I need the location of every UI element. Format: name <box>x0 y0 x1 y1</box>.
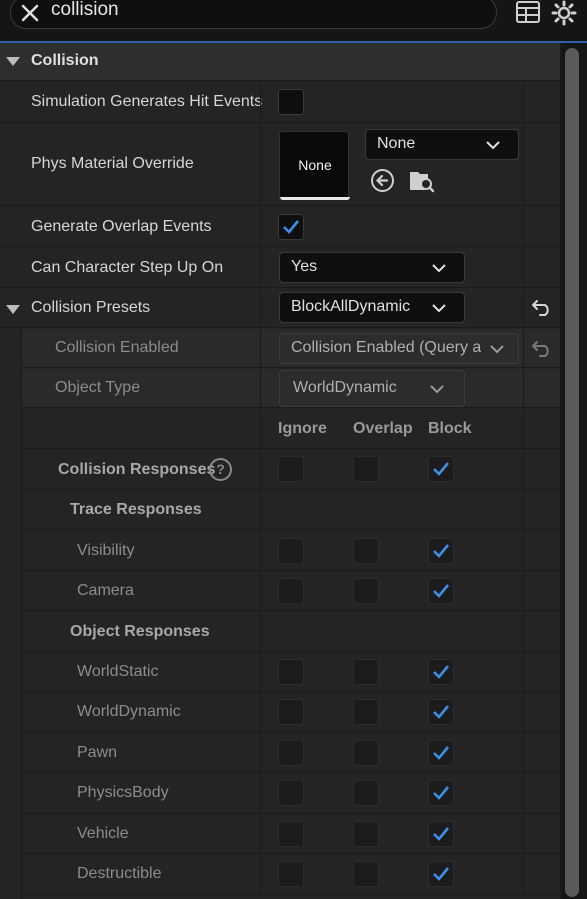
chevron-down-icon <box>432 304 446 313</box>
scrollbar-thumb[interactable] <box>565 48 579 897</box>
row-trace-responses: Trace Responses <box>22 491 560 530</box>
all-overlap-checkbox[interactable] <box>353 456 379 482</box>
checkmark-icon <box>433 827 450 841</box>
response-name: Pawn <box>77 744 118 761</box>
table-view-icon[interactable] <box>515 0 541 26</box>
step-up-on-combo[interactable]: Yes <box>279 252 465 283</box>
use-selected-asset-icon[interactable] <box>370 168 395 193</box>
indent-gutter <box>0 329 22 899</box>
search-input[interactable]: collision <box>51 0 119 21</box>
row-sim-hit-events: Simulation Generates Hit Events <box>0 82 560 123</box>
checkmark-icon <box>433 786 450 800</box>
property-label: Phys Material Override <box>31 155 194 172</box>
response-name: Camera <box>77 582 134 599</box>
object-type-combo[interactable]: WorldDynamic <box>279 370 465 407</box>
checkmark-icon <box>433 584 450 598</box>
response-name: Vehicle <box>77 825 129 842</box>
response-name: WorldDynamic <box>77 703 181 720</box>
material-thumbnail[interactable]: None <box>279 131 350 200</box>
overlap-checkbox[interactable] <box>353 699 379 725</box>
checkmark-icon <box>433 705 450 719</box>
settings-gear-icon[interactable] <box>551 0 577 26</box>
browse-asset-icon[interactable] <box>408 168 435 194</box>
ignore-checkbox[interactable] <box>278 780 304 806</box>
chevron-down-icon <box>486 141 500 150</box>
collapse-arrow-icon[interactable] <box>6 57 20 66</box>
block-checkbox[interactable] <box>428 538 454 564</box>
reset-to-default-icon[interactable] <box>531 299 553 317</box>
checkmark-icon <box>433 746 450 760</box>
ignore-checkbox[interactable] <box>278 578 304 604</box>
row-object-responses: Object Responses <box>22 612 560 652</box>
combo-value: Yes <box>291 258 318 275</box>
block-checkbox[interactable] <box>428 780 454 806</box>
checkmark-icon <box>433 867 450 881</box>
combo-value: WorldDynamic <box>293 379 397 396</box>
column-ignore: Ignore <box>278 420 327 437</box>
property-label: Can Character Step Up On <box>31 259 224 276</box>
search-box[interactable]: collision <box>10 0 497 29</box>
checkmark-icon <box>433 462 450 476</box>
details-toolbar: collision <box>0 0 587 42</box>
overlap-checkbox[interactable] <box>353 578 379 604</box>
clear-search-icon[interactable] <box>21 4 39 22</box>
ignore-checkbox[interactable] <box>278 538 304 564</box>
ignore-checkbox[interactable] <box>278 699 304 725</box>
checkmark-icon <box>433 665 450 679</box>
thumbnail-bar <box>280 197 350 200</box>
thumbnail-label: None <box>298 157 332 173</box>
chevron-down-icon <box>432 264 446 273</box>
all-block-checkbox[interactable] <box>428 456 454 482</box>
overlap-checkbox[interactable] <box>353 821 379 847</box>
ignore-checkbox[interactable] <box>278 740 304 766</box>
overlap-checkbox[interactable] <box>353 861 379 887</box>
block-checkbox[interactable] <box>428 659 454 685</box>
property-label: Collision Presets <box>31 299 151 316</box>
combo-value: Collision Enabled (Query ar <box>291 339 481 356</box>
row-generate-overlap: Generate Overlap Events <box>0 207 560 247</box>
block-checkbox[interactable] <box>428 740 454 766</box>
category-label: Collision <box>31 52 99 69</box>
response-name: WorldStatic <box>77 663 159 680</box>
column-overlap: Overlap <box>353 420 413 437</box>
help-icon[interactable]: ? <box>209 458 232 481</box>
block-checkbox[interactable] <box>428 578 454 604</box>
object-responses-label: Object Responses <box>70 623 210 640</box>
reset-to-default-icon[interactable] <box>531 340 553 358</box>
property-label: Object Type <box>55 379 141 396</box>
ignore-checkbox[interactable] <box>278 861 304 887</box>
checkmark-icon <box>433 544 450 558</box>
block-checkbox[interactable] <box>428 821 454 847</box>
response-name: PhysicsBody <box>77 784 169 801</box>
response-name: Visibility <box>77 542 135 559</box>
chevron-down-icon <box>490 345 504 354</box>
overlap-checkbox[interactable] <box>353 740 379 766</box>
overlap-checkbox[interactable] <box>353 780 379 806</box>
trace-responses-label: Trace Responses <box>70 501 202 518</box>
collision-presets-combo[interactable]: BlockAllDynamic <box>279 292 465 323</box>
phys-material-combo[interactable]: None <box>365 129 519 160</box>
property-label: Collision Enabled <box>55 339 179 356</box>
ignore-checkbox[interactable] <box>278 821 304 847</box>
combo-value: None <box>377 135 416 152</box>
all-ignore-checkbox[interactable] <box>278 456 304 482</box>
collision-enabled-combo[interactable]: Collision Enabled (Query ar <box>279 333 519 364</box>
expand-arrow-icon[interactable] <box>6 305 20 314</box>
property-label: Generate Overlap Events <box>31 218 212 235</box>
block-checkbox[interactable] <box>428 699 454 725</box>
generate-overlap-checkbox[interactable] <box>278 214 304 240</box>
collision-responses-label: Collision Responses <box>58 461 216 478</box>
overlap-checkbox[interactable] <box>353 538 379 564</box>
chevron-down-icon <box>430 385 444 394</box>
column-block: Block <box>428 420 472 437</box>
ignore-checkbox[interactable] <box>278 659 304 685</box>
property-label: Simulation Generates Hit Events <box>31 93 263 110</box>
category-collision[interactable]: Collision <box>0 43 560 81</box>
sim-hit-events-checkbox[interactable] <box>278 89 304 115</box>
response-name: Destructible <box>77 865 162 882</box>
overlap-checkbox[interactable] <box>353 659 379 685</box>
block-checkbox[interactable] <box>428 861 454 887</box>
combo-value: BlockAllDynamic <box>291 298 411 315</box>
checkmark-icon <box>283 220 300 234</box>
